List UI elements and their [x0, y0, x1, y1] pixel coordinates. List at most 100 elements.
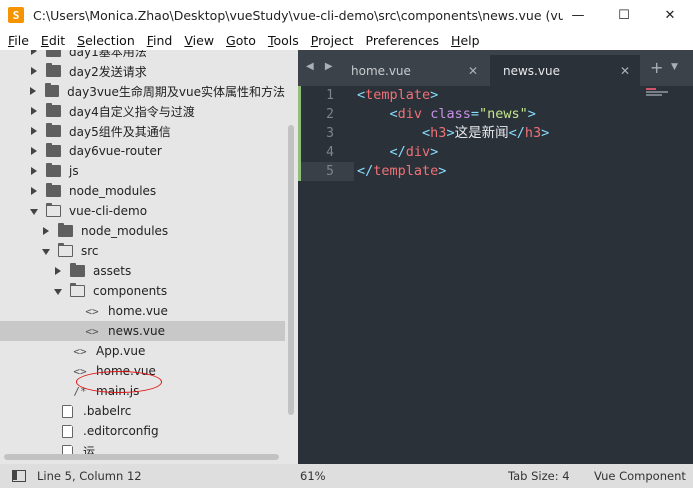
tree-item-label: .editorconfig — [83, 424, 159, 438]
tree-folder[interactable]: day5组件及其通信 — [0, 121, 285, 141]
tree-file[interactable]: .babelrc — [0, 401, 285, 421]
tree-folder[interactable]: day6vue-router — [0, 141, 285, 161]
gutter-line: 1 — [298, 86, 354, 105]
tree-folder[interactable]: day4自定义指令与过渡 — [0, 101, 285, 121]
menu-bar: File Edit Selection Find View Goto Tools… — [0, 30, 693, 50]
gutter-line: 5 — [298, 162, 354, 181]
code-editor[interactable]: 1 2 3 4 5 <template> <div class="news"> … — [298, 86, 693, 464]
tree-item-label: App.vue — [96, 344, 146, 358]
tree-folder[interactable]: day3vue生命周期及vue实体属性和方法 — [0, 81, 285, 101]
tree-item-label: vue-cli-demo — [69, 204, 148, 218]
sidebar-vertical-scrollbar[interactable] — [286, 50, 296, 464]
sidebar-hscroll-thumb[interactable] — [4, 454, 279, 460]
code-file-icon: <> — [73, 344, 87, 358]
tree-item-label: src — [81, 244, 99, 258]
code-line-3: <h3>这是新闻</h3> — [422, 125, 550, 141]
tab-nav-arrows-icon[interactable]: ◀ ▶ — [306, 61, 337, 72]
tree-file[interactable]: <> news.vue — [0, 321, 285, 341]
chevron-right-icon[interactable] — [30, 50, 38, 55]
tree-item-label: day1基本用法 — [69, 50, 147, 59]
minimize-button[interactable]: — — [555, 0, 601, 30]
gutter-line: 4 — [298, 143, 354, 162]
menu-selection[interactable]: Selection — [71, 33, 141, 48]
tab-dropdown-icon[interactable]: ▼ — [671, 62, 678, 72]
folder-icon — [58, 223, 73, 237]
code-line-1: <template> — [357, 87, 439, 103]
window-controls: — ☐ ✕ — [555, 0, 693, 30]
sidebar-horizontal-scrollbar[interactable] — [4, 452, 279, 460]
gutter-line: 2 — [298, 105, 354, 124]
close-icon[interactable]: ✕ — [620, 64, 630, 78]
menu-preferences[interactable]: Preferences — [360, 33, 446, 48]
minimap[interactable] — [646, 88, 670, 98]
menu-help[interactable]: Help — [445, 33, 486, 48]
chevron-down-icon[interactable] — [42, 247, 50, 255]
tree-file[interactable]: <> App.vue — [0, 341, 285, 361]
code-line-5: </template> — [357, 163, 447, 179]
file-sidebar: day1基本用法 day2发送请求 day3vue生命周期及vue实体属性和方法 da… — [0, 50, 298, 464]
chevron-right-icon[interactable] — [30, 127, 38, 135]
menu-goto[interactable]: Goto — [220, 33, 262, 48]
tree-file[interactable]: <> home.vue — [0, 301, 285, 321]
chevron-right-icon[interactable] — [29, 87, 37, 95]
menu-project[interactable]: Project — [305, 33, 360, 48]
chevron-right-icon[interactable] — [30, 167, 38, 175]
line-number: 5 — [326, 164, 334, 179]
menu-view[interactable]: View — [178, 33, 220, 48]
toggle-panel-icon[interactable] — [12, 470, 26, 482]
folder-icon — [70, 263, 85, 277]
close-button[interactable]: ✕ — [647, 0, 693, 30]
line-number: 1 — [326, 88, 334, 103]
tab-label: home.vue — [351, 63, 411, 78]
line-number: 3 — [326, 126, 334, 141]
tree-folder[interactable]: node_modules — [0, 221, 285, 241]
chevron-right-icon[interactable] — [30, 67, 38, 75]
window-title: C:\Users\Monica.Zhao\Desktop\vueStudy\vu… — [33, 7, 563, 23]
chevron-right-icon[interactable] — [54, 267, 62, 275]
chevron-right-icon[interactable] — [30, 107, 38, 115]
close-icon[interactable]: ✕ — [468, 64, 478, 78]
folder-icon — [46, 163, 61, 177]
menu-tools[interactable]: Tools — [262, 33, 305, 48]
line-number: 2 — [326, 107, 334, 122]
tree-folder[interactable]: assets — [0, 261, 285, 281]
tree-item-label: .babelrc — [83, 404, 132, 418]
tree-item-label: home.vue — [108, 304, 168, 318]
add-tab-icon[interactable]: + — [650, 58, 663, 77]
tree-item-label: news.vue — [108, 324, 165, 338]
tree-folder[interactable]: day1基本用法 — [0, 50, 285, 61]
tree-item-label: day3vue生命周期及vue实体属性和方法 — [67, 84, 286, 99]
sidebar-scroll-thumb[interactable] — [288, 125, 294, 415]
tree-folder[interactable]: components — [0, 281, 285, 301]
tab-news-vue[interactable]: news.vue ✕ — [490, 55, 640, 86]
tree-folder[interactable]: js — [0, 161, 285, 181]
tree-item-label: day6vue-router — [69, 144, 162, 158]
tree-folder[interactable]: day2发送请求 — [0, 61, 285, 81]
tree-folder[interactable]: src — [0, 241, 285, 261]
maximize-button[interactable]: ☐ — [601, 0, 647, 30]
chevron-right-icon[interactable] — [42, 227, 50, 235]
tree-file[interactable]: .editorconfig — [0, 421, 285, 441]
tree-folder[interactable]: node_modules — [0, 181, 285, 201]
tree-folder[interactable]: vue-cli-demo — [0, 201, 285, 221]
code-file-icon: <> — [85, 324, 99, 338]
chevron-right-icon[interactable] — [30, 147, 38, 155]
tab-home-vue[interactable]: home.vue ✕ — [338, 55, 488, 86]
folder-icon — [44, 83, 60, 97]
file-icon — [62, 424, 74, 438]
folder-open-icon — [57, 243, 73, 257]
sublime-app-icon: S — [8, 7, 24, 23]
line-number: 4 — [326, 145, 334, 160]
tab-size-selector[interactable]: Tab Size: 4 — [508, 469, 570, 483]
chevron-right-icon[interactable] — [30, 187, 38, 195]
menu-edit[interactable]: Edit — [35, 33, 71, 48]
chevron-down-icon[interactable] — [54, 287, 62, 295]
status-bar: Line 5, Column 12 61% Tab Size: 4 Vue Co… — [0, 464, 693, 488]
folder-open-icon — [69, 283, 85, 297]
folder-icon — [46, 63, 61, 77]
menu-file[interactable]: File — [2, 33, 35, 48]
tree-item-label: js — [69, 164, 79, 178]
menu-find[interactable]: Find — [141, 33, 179, 48]
chevron-down-icon[interactable] — [30, 207, 38, 215]
syntax-selector[interactable]: Vue Component — [594, 469, 686, 483]
